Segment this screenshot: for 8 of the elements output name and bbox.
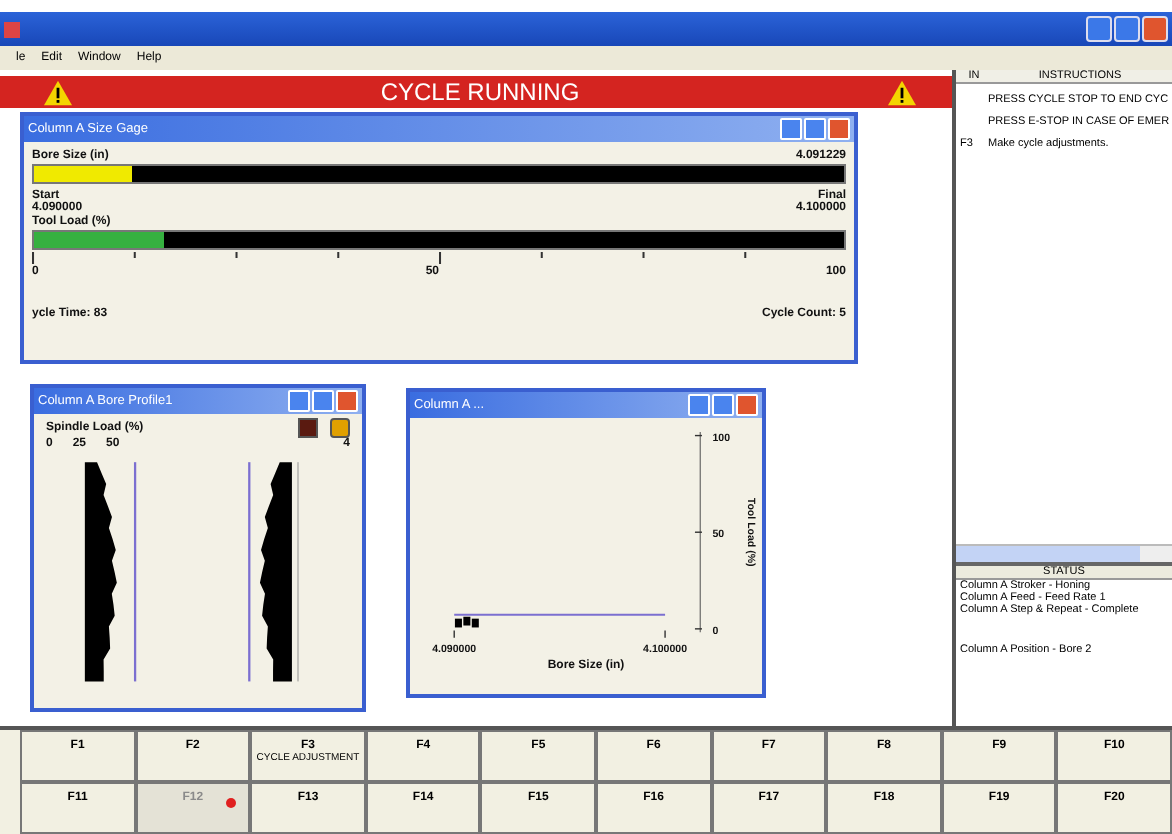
app-icon <box>4 21 20 37</box>
maximize-button[interactable] <box>1114 16 1140 42</box>
warning-icon <box>44 79 72 105</box>
minimize-button[interactable] <box>1086 16 1112 42</box>
warning-icon <box>887 79 916 105</box>
horizontal-scrollbar[interactable] <box>956 544 1172 562</box>
close-button[interactable] <box>1142 16 1168 42</box>
banner-text: CYCLE RUNNING <box>380 78 580 106</box>
